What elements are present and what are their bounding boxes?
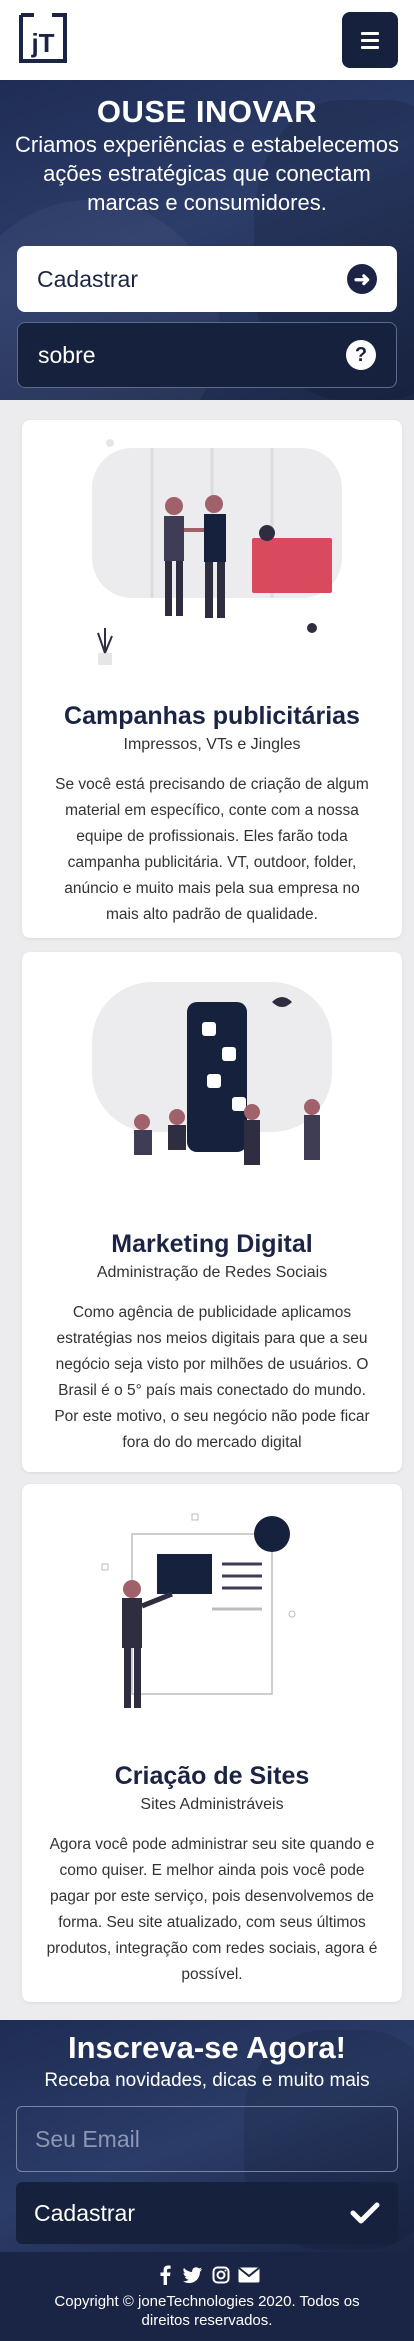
checkmark-icon [350, 2202, 380, 2224]
register-button-label: Cadastrar [37, 265, 138, 292]
subscribe-button-label: Cadastrar [34, 2199, 135, 2226]
hero-subtitle: Criamos experiências e estabelecemos açõ… [15, 132, 399, 215]
hero-title: OUSE INOVAR [96, 94, 318, 129]
arrow-right-icon: ➜ [347, 264, 377, 294]
hero-section: OUSE INOVAR Criamos experiências e estab… [0, 80, 414, 400]
business-meeting-illustration [92, 439, 342, 665]
email-field[interactable] [16, 2106, 398, 2172]
email-icon[interactable] [238, 2264, 260, 2286]
subscribe-section: Inscreva-se Agora! Receba novidades, dic… [0, 2020, 414, 2252]
service-description: Se você está precisando de criação de al… [55, 776, 369, 923]
service-subtitle: Administração de Redes Sociais [96, 1264, 328, 1281]
service-card: Marketing Digital Administração de Redes… [22, 952, 402, 1472]
footer: Copyright © joneTechnologies 2020. Todos… [0, 2252, 414, 2341]
social-links [0, 2264, 414, 2286]
service-description: Como agência de publicidade aplicamos es… [54, 1304, 370, 1451]
website-creation-illustration [101, 1513, 296, 1708]
about-button[interactable]: sobre ? [17, 322, 397, 388]
service-description: Agora você pode administrar seu site qua… [46, 1836, 378, 1983]
hamburger-icon [361, 31, 379, 35]
service-card: Criação de Sites Sites Administráveis Ag… [22, 1484, 402, 2002]
logo-text: jT [30, 28, 54, 58]
twitter-icon[interactable] [182, 2264, 204, 2286]
navbar: jT [0, 0, 414, 80]
subscribe-button[interactable]: Cadastrar [16, 2182, 398, 2244]
register-button[interactable]: Cadastrar ➜ [17, 246, 397, 312]
service-title: Marketing Digital [111, 1230, 313, 1258]
copyright-text: Copyright © joneTechnologies 2020. Todos… [54, 2293, 360, 2329]
subscribe-subtitle: Receba novidades, dicas e muito mais [44, 2070, 370, 2091]
service-title: Criação de Sites [114, 1762, 310, 1790]
question-icon: ? [346, 340, 376, 370]
social-media-illustration [92, 982, 332, 1165]
subscribe-title: Inscreva-se Agora! [68, 2030, 346, 2065]
about-button-label: sobre [38, 341, 96, 368]
menu-toggle-button[interactable] [342, 12, 398, 68]
facebook-icon[interactable] [154, 2264, 176, 2286]
instagram-icon[interactable] [210, 2264, 232, 2286]
service-subtitle: Impressos, VTs e Jingles [123, 736, 301, 753]
service-subtitle: Sites Administráveis [140, 1796, 284, 1813]
service-title: Campanhas publicitárias [64, 702, 360, 730]
service-card: Campanhas publicitárias Impressos, VTs e… [22, 420, 402, 938]
brand-logo[interactable]: jT [18, 12, 68, 64]
